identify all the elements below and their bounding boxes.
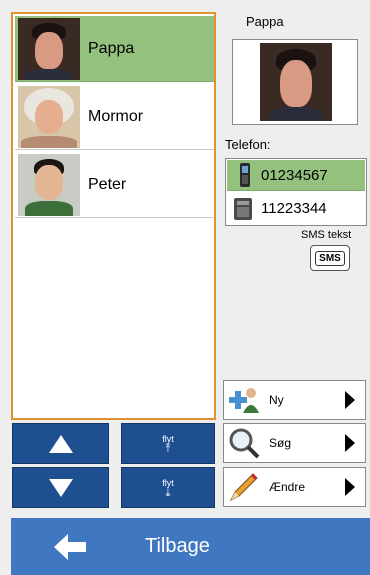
arrow-left-icon xyxy=(54,533,86,560)
detail-photo xyxy=(232,39,358,125)
scroll-down-button[interactable] xyxy=(12,467,109,508)
search-button[interactable]: Søg xyxy=(223,423,366,463)
phone-list[interactable]: 01234567 11223344 xyxy=(225,158,367,226)
action-label: Ændre xyxy=(269,480,306,494)
phone-label: Telefon: xyxy=(225,137,271,152)
mobile-phone-icon xyxy=(240,163,250,187)
action-label: Ny xyxy=(269,393,284,407)
move-down-arrow-icon: ⤓ xyxy=(165,486,171,499)
desk-phone-icon xyxy=(234,197,252,220)
scroll-up-button[interactable] xyxy=(12,423,109,464)
new-contact-button[interactable]: Ny xyxy=(223,380,366,420)
contact-list[interactable]: Pappa Mormor Peter xyxy=(11,12,216,420)
detail-name: Pappa xyxy=(246,14,284,29)
sms-button[interactable]: SMS xyxy=(310,245,350,271)
sms-icon: SMS xyxy=(315,250,345,266)
add-person-icon xyxy=(229,388,259,413)
action-label: Søg xyxy=(269,436,292,450)
move-up-button[interactable]: flyt ⤒ xyxy=(121,423,215,464)
move-up-label: flyt xyxy=(162,433,174,444)
arrow-down-icon xyxy=(48,478,73,497)
chevron-right-icon xyxy=(345,478,355,496)
move-down-label: flyt xyxy=(162,477,174,488)
avatar-mormor xyxy=(18,86,80,148)
phone-number: 01234567 xyxy=(261,166,328,184)
contact-row-mormor[interactable]: Mormor xyxy=(15,84,214,150)
phone-number: 11223344 xyxy=(261,200,327,217)
contact-name: Mormor xyxy=(88,108,144,125)
arrow-up-icon xyxy=(48,434,73,453)
pencil-icon xyxy=(229,473,258,502)
avatar-peter xyxy=(18,154,80,216)
back-button[interactable]: Tilbage xyxy=(11,518,370,575)
sms-label: SMS tekst xyxy=(301,229,352,241)
chevron-right-icon xyxy=(345,391,355,409)
contact-row-peter[interactable]: Peter xyxy=(15,152,214,218)
move-down-button[interactable]: flyt ⤓ xyxy=(121,467,215,508)
avatar-pappa xyxy=(18,18,80,80)
move-up-arrow-icon: ⤒ xyxy=(165,442,171,455)
chevron-right-icon xyxy=(345,434,355,452)
back-label: Tilbage xyxy=(145,535,210,557)
phone-row-landline[interactable]: 11223344 xyxy=(227,193,365,224)
magnifier-icon xyxy=(229,428,260,459)
edit-button[interactable]: Ændre xyxy=(223,467,366,507)
contact-name: Pappa xyxy=(88,40,135,57)
phone-row-mobile[interactable]: 01234567 xyxy=(227,160,365,191)
contact-name: Peter xyxy=(88,176,127,193)
contact-row-pappa[interactable]: Pappa xyxy=(15,16,214,82)
